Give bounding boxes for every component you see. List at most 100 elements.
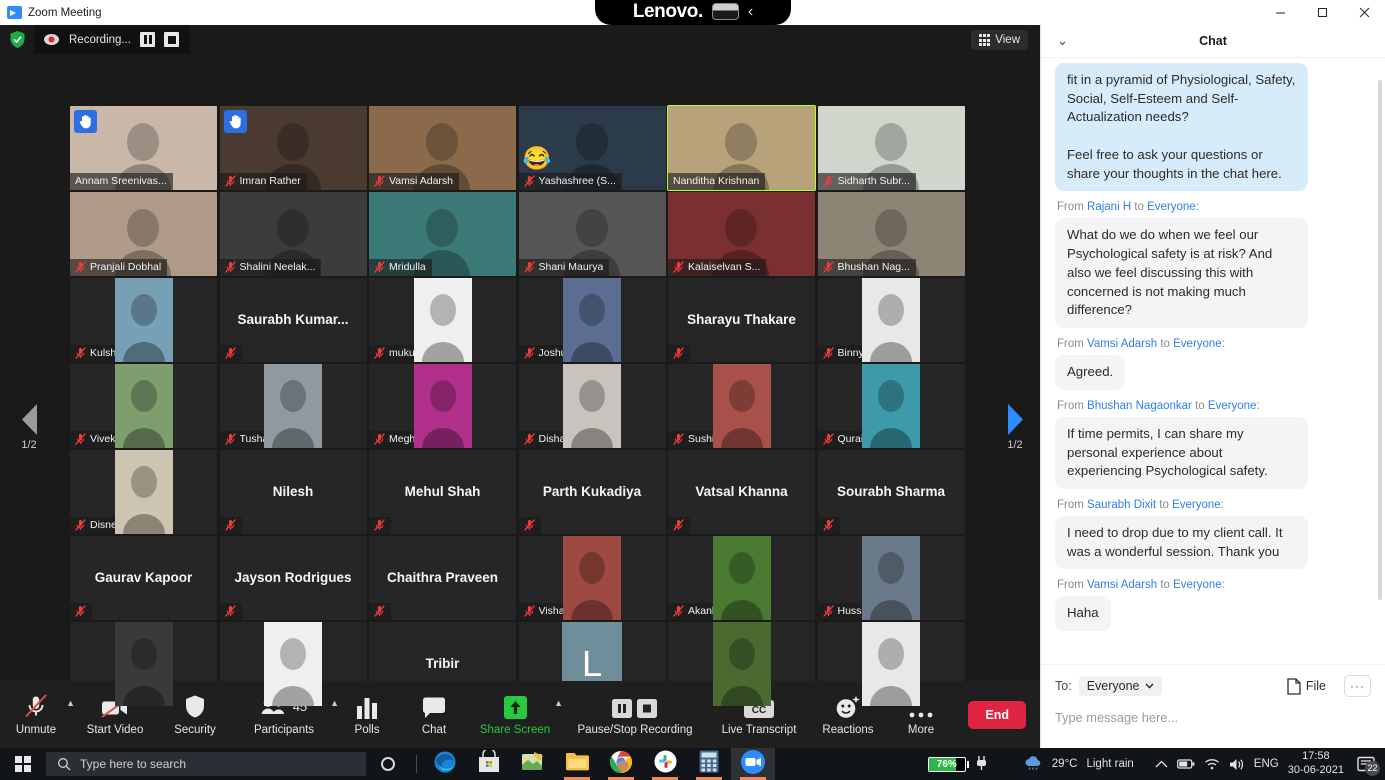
participant-avatar-photo bbox=[712, 536, 771, 620]
participant-name-bar bbox=[369, 517, 391, 534]
end-meeting-button[interactable]: End bbox=[968, 700, 1026, 729]
minimize-button[interactable] bbox=[1259, 0, 1301, 25]
taskbar-search-input[interactable]: Type here to search bbox=[46, 752, 366, 776]
participant-tile[interactable]: Meghana Pethe bbox=[369, 364, 516, 448]
participant-tile[interactable]: Kalaiselvan S... bbox=[668, 192, 815, 276]
notch-chevron-left-icon[interactable]: ‹ bbox=[748, 3, 753, 20]
next-page-button[interactable] bbox=[998, 399, 1032, 439]
participant-tile[interactable]: Disha Bhadra ... bbox=[518, 364, 666, 448]
participant-tile[interactable]: Saurabh Kumar... bbox=[219, 278, 367, 362]
wifi-icon[interactable] bbox=[1204, 758, 1220, 770]
participant-tile[interactable]: Sourabh Sharma bbox=[817, 450, 965, 534]
taskbar-calculator-button[interactable] bbox=[687, 748, 731, 780]
chat-message-input[interactable]: Type message here... bbox=[1055, 710, 1371, 725]
chat-message-list[interactable]: fit in a pyramid of Physiological, Safet… bbox=[1041, 58, 1385, 664]
taskbar-search-placeholder: Type here to search bbox=[80, 757, 187, 771]
notification-center-button[interactable]: 22 bbox=[1357, 756, 1380, 776]
language-indicator[interactable]: ENG bbox=[1254, 758, 1279, 770]
participant-tile[interactable]: Hussain Abbas bbox=[817, 536, 965, 620]
participant-tile[interactable]: Annam Sreenivas... bbox=[70, 106, 217, 190]
show-hidden-icons-button[interactable] bbox=[1155, 760, 1168, 769]
toolbar-item-label: Start Video bbox=[86, 724, 144, 736]
toolbar-pause-stop-recording-button[interactable]: Pause/Stop Recording bbox=[560, 681, 710, 748]
system-tray: 76% 29°C Light rain ENG 17:58 30-06-2021… bbox=[927, 750, 1385, 778]
chevron-down-icon[interactable]: ⌄ bbox=[1057, 33, 1068, 49]
participant-tile[interactable]: 😂 Yashashree (S... bbox=[518, 106, 666, 190]
start-button[interactable] bbox=[0, 748, 46, 780]
participant-tile[interactable]: Parth Kukadiya bbox=[518, 450, 666, 534]
participant-name-bar: Yashashree (S... bbox=[518, 173, 622, 190]
participant-tile[interactable]: Binny Thomas bbox=[817, 278, 965, 362]
pause-recording-button[interactable] bbox=[140, 32, 156, 47]
clock[interactable]: 17:58 30-06-2021 bbox=[1288, 750, 1344, 778]
maximize-button[interactable] bbox=[1301, 0, 1343, 25]
toolbar-polls-button[interactable]: Polls bbox=[336, 681, 398, 748]
taskbar-slack-button[interactable] bbox=[643, 748, 687, 780]
participant-avatar-photo bbox=[114, 622, 173, 706]
chat-scrollbar[interactable] bbox=[1378, 80, 1382, 600]
volume-icon[interactable] bbox=[1229, 758, 1245, 771]
toolbar-unmute-button[interactable]: Unmute ▲ bbox=[0, 681, 75, 748]
taskbar-file-explorer-button[interactable] bbox=[555, 748, 599, 780]
participant-tile[interactable]: Sharayu Thakare bbox=[668, 278, 815, 362]
stop-recording-button[interactable] bbox=[164, 32, 180, 47]
taskbar-edge-button[interactable] bbox=[423, 748, 467, 780]
send-file-button[interactable]: File bbox=[1287, 677, 1326, 695]
encryption-shield-icon[interactable] bbox=[9, 30, 26, 49]
participant-tile[interactable]: Tushar Jeena bbox=[219, 364, 367, 448]
participant-tile[interactable]: Vamsi Adarsh bbox=[369, 106, 516, 190]
participant-display-name: Mehul Shah bbox=[404, 484, 481, 500]
chat-more-options-button[interactable]: ··· bbox=[1344, 675, 1371, 697]
participant-tile[interactable]: Kulshum Azmi bbox=[70, 278, 217, 362]
participant-tile[interactable]: Bhushan Nag... bbox=[817, 192, 965, 276]
participant-tile[interactable]: Nanditha Krishnan bbox=[667, 105, 816, 191]
recording-indicator[interactable]: Recording... bbox=[34, 25, 191, 54]
battery-tray-icon[interactable] bbox=[1176, 758, 1195, 770]
participant-tile[interactable]: Pranjali Dobhal bbox=[70, 192, 217, 276]
chat-panel: ⌄ Chat fit in a pyramid of Physiological… bbox=[1040, 25, 1385, 748]
toolbar-share-screen-button[interactable]: Share Screen ▲ bbox=[470, 681, 563, 748]
shield-icon bbox=[184, 693, 206, 719]
participant-tile[interactable]: Vivek Radhak... bbox=[70, 364, 217, 448]
toolbar-chat-button[interactable]: Chat bbox=[398, 681, 470, 748]
participant-name-label: Bhushan Nag... bbox=[837, 261, 910, 273]
participant-tile[interactable]: Mridulla bbox=[369, 192, 516, 276]
participant-tile[interactable]: Vatsal Khanna bbox=[668, 450, 815, 534]
toolbar-item-label: Pause/Stop Recording bbox=[577, 724, 693, 736]
participant-tile[interactable]: Vishakha Bhar... bbox=[518, 536, 666, 620]
participant-tile[interactable]: Gaurav Kapoor bbox=[70, 536, 217, 620]
chat-recipient-select[interactable]: Everyone bbox=[1078, 676, 1162, 696]
participant-tile[interactable]: Shalini Neelak... bbox=[219, 192, 367, 276]
participant-name-label: Imran Rather bbox=[239, 175, 301, 187]
participant-tile[interactable]: Mehul Shah bbox=[369, 450, 516, 534]
previous-page-button[interactable] bbox=[12, 399, 46, 439]
participant-avatar-photo bbox=[563, 364, 621, 448]
close-button[interactable] bbox=[1343, 0, 1385, 25]
battery-status[interactable]: 76% bbox=[927, 756, 969, 772]
taskbar-chrome-button[interactable] bbox=[599, 748, 643, 780]
chat-message-bubble: Haha bbox=[1055, 596, 1111, 632]
chat-recipient-name: Everyone bbox=[1173, 338, 1222, 351]
participant-tile[interactable]: Imran Rather bbox=[219, 106, 367, 190]
participant-tile[interactable]: Shani Maurya bbox=[518, 192, 666, 276]
mic-off-icon bbox=[523, 605, 535, 617]
participant-tile[interactable]: Joshua Ferna... bbox=[518, 278, 666, 362]
participant-tile[interactable]: mukul bbox=[369, 278, 516, 362]
participant-tile[interactable]: Nilesh bbox=[219, 450, 367, 534]
toolbar-item-label: Unmute bbox=[15, 724, 57, 736]
view-button[interactable]: View bbox=[970, 30, 1028, 50]
participant-tile[interactable]: Disnel Rodrig... bbox=[70, 450, 217, 534]
taskbar-paint-button[interactable] bbox=[511, 748, 555, 780]
chat-panel-title: Chat bbox=[1199, 34, 1227, 48]
participant-tile[interactable]: Jayson Rodrigues bbox=[219, 536, 367, 620]
participant-tile[interactable]: Akanksha Sin... bbox=[668, 536, 815, 620]
participant-tile[interactable]: Sidharth Subr... bbox=[817, 106, 965, 190]
participant-tile[interactable]: Chaithra Praveen bbox=[369, 536, 516, 620]
cortana-button[interactable] bbox=[366, 757, 410, 771]
participant-tile[interactable]: Quraish N bbox=[817, 364, 965, 448]
participant-display-name: Jayson Rodrigues bbox=[234, 570, 352, 586]
taskbar-microsoft-store-button[interactable] bbox=[467, 747, 511, 780]
taskbar-zoom-button[interactable] bbox=[731, 748, 775, 780]
toolbar-item-label: Chat bbox=[421, 724, 447, 736]
participant-tile[interactable]: Sushill Hanwate bbox=[668, 364, 815, 448]
